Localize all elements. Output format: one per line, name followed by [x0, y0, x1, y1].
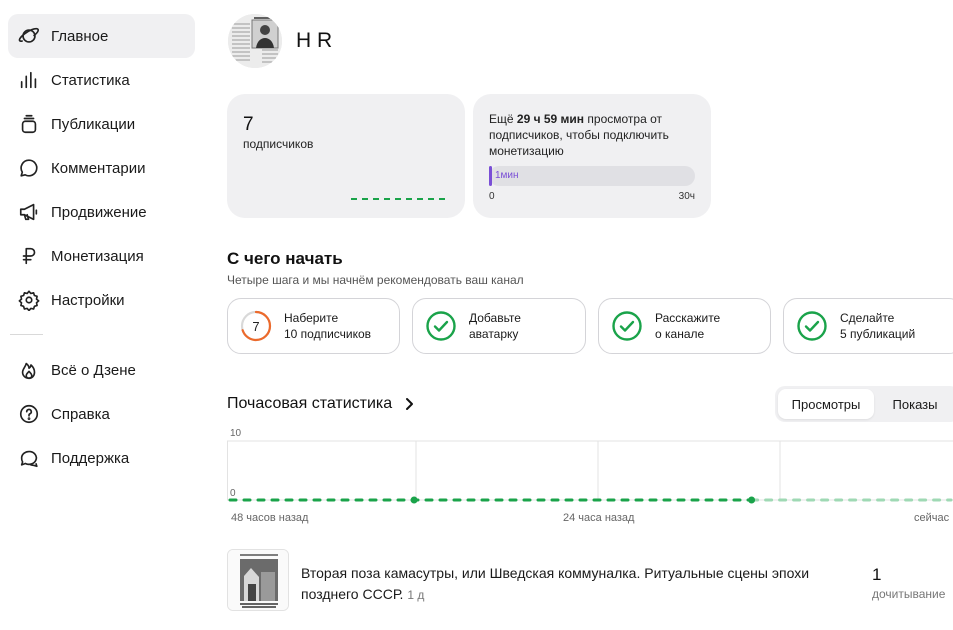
step-progress-value: 7 [252, 319, 259, 334]
sidebar-item-support[interactable]: Поддержка [8, 436, 195, 480]
tab-views[interactable]: Просмотры [778, 389, 874, 419]
channel-name: H R [296, 29, 333, 52]
sidebar-item-monetization[interactable]: Монетизация [8, 234, 195, 278]
y-tick-label: 0 [230, 488, 236, 499]
publication-thumbnail[interactable] [227, 549, 289, 611]
step-text: Добавьте аватарку [469, 311, 521, 341]
monetization-progress-bar: 1мин [489, 166, 695, 186]
monetization-progress-fill [489, 166, 492, 186]
x-axis-label: 24 часа назад [563, 512, 635, 524]
publication-metric-label: дочитывание [872, 587, 946, 601]
sidebar-item-help[interactable]: Справка [8, 392, 195, 436]
hourly-stats-title: Почасовая статистика [227, 395, 393, 412]
ruble-icon [18, 245, 40, 267]
data-point [748, 496, 756, 504]
getting-started-title: С чего начать [227, 249, 343, 268]
avatar-image [228, 14, 282, 68]
sidebar-item-label: Статистика [51, 71, 130, 89]
monetization-max-label: 30ч [678, 191, 695, 202]
megaphone-icon [18, 201, 40, 223]
avatar[interactable] [228, 14, 282, 68]
stack-icon [18, 113, 40, 135]
sidebar-item-label: Главное [51, 27, 109, 45]
step-text: Сделайте 5 публикаций [840, 311, 916, 341]
subscribers-card[interactable]: 7 подписчиков [227, 94, 465, 218]
publication-metric-value: 1 [872, 565, 882, 584]
chat-icon [18, 447, 40, 469]
subscribers-sparkline [351, 198, 449, 200]
step-subscribers[interactable]: 7 Наберите 10 подписчиков [227, 298, 400, 354]
subscribers-count: 7 [243, 114, 254, 135]
metric-switch: Просмотры Показы [775, 386, 953, 422]
monetization-card[interactable]: Ещё 29 ч 59 мин просмотра от подписчиков… [473, 94, 711, 218]
question-icon [18, 403, 40, 425]
sidebar-item-main[interactable]: Главное [8, 14, 195, 58]
sidebar-item-label: Всё о Дзене [51, 361, 136, 379]
step-text: Наберите 10 подписчиков [284, 311, 372, 341]
sidebar-item-label: Поддержка [51, 449, 130, 467]
x-axis-label: 48 часов назад [231, 512, 309, 524]
monetization-text: Ещё 29 ч 59 мин просмотра от подписчиков… [489, 112, 669, 158]
monetization-progress-label: 1мин [495, 170, 519, 181]
publication-cover-image [228, 550, 288, 610]
monetization-remaining: 29 ч 59 мин [516, 112, 585, 126]
bar-chart-icon [18, 69, 40, 91]
sidebar-item-label: Справка [51, 405, 110, 423]
sidebar-item-label: Комментарии [51, 159, 146, 177]
publication-age: 1 д [407, 588, 425, 602]
getting-started-subtitle: Четыре шага и мы начнём рекомендовать ва… [227, 273, 524, 287]
step-text: Расскажите о канале [655, 311, 721, 341]
planet-icon [18, 25, 40, 47]
sidebar-item-comments[interactable]: Комментарии [8, 146, 195, 190]
sidebar: Главное Статистика Публикации Комментари… [0, 0, 205, 630]
sidebar-item-promotion[interactable]: Продвижение [8, 190, 195, 234]
step-publications[interactable]: Сделайте 5 публикаций [783, 298, 953, 354]
check-circle-icon [612, 311, 642, 341]
publication-title-block[interactable]: Вторая поза камасутры, или Шведская комм… [301, 563, 851, 606]
check-circle-icon [797, 311, 827, 341]
step-avatar[interactable]: Добавьте аватарку [412, 298, 586, 354]
subscribers-label: подписчиков [243, 137, 314, 151]
sidebar-item-label: Монетизация [51, 247, 144, 265]
sidebar-item-publications[interactable]: Публикации [8, 102, 195, 146]
sidebar-item-label: Публикации [51, 115, 136, 133]
chevron-right-icon [406, 398, 414, 410]
hourly-stats-link[interactable]: Почасовая статистика [227, 395, 416, 413]
sidebar-item-about-dzen[interactable]: Всё о Дзене [8, 348, 195, 392]
progress-ring-icon: 7 [240, 310, 272, 342]
step-about[interactable]: Расскажите о канале [598, 298, 771, 354]
sidebar-item-settings[interactable]: Настройки [8, 278, 195, 322]
publication-title: Вторая поза камасутры, или Шведская комм… [301, 565, 810, 602]
comment-icon [18, 157, 40, 179]
sidebar-divider [10, 334, 43, 335]
flame-icon [18, 359, 40, 381]
data-point [410, 496, 418, 504]
y-tick-label: 10 [230, 428, 242, 439]
gear-icon [18, 289, 40, 311]
x-axis-label: сейчас [914, 512, 950, 524]
tab-impressions[interactable]: Показы [874, 389, 953, 419]
sidebar-item-label: Настройки [51, 291, 125, 309]
monetization-min-label: 0 [489, 191, 495, 202]
check-circle-icon [426, 311, 456, 341]
sidebar-item-label: Продвижение [51, 203, 147, 221]
sidebar-item-statistics[interactable]: Статистика [8, 58, 195, 102]
